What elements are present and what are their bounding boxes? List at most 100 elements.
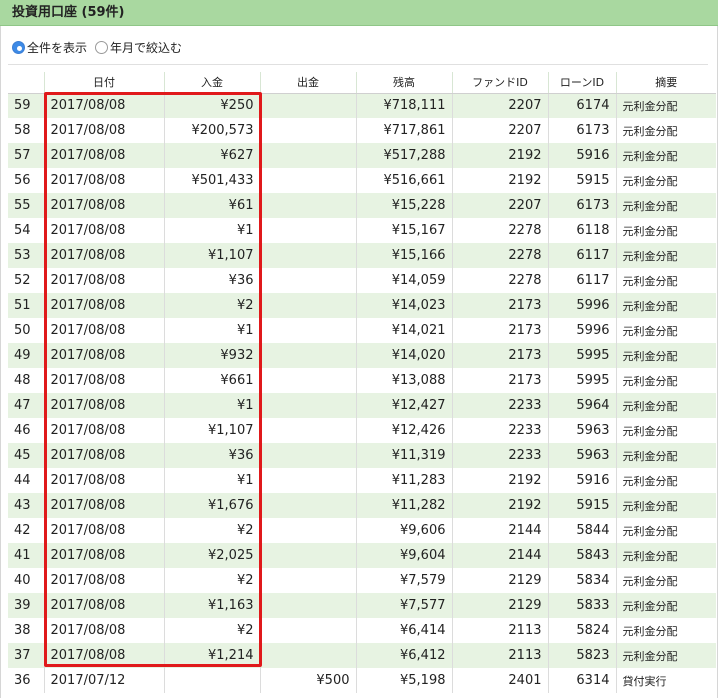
fund-id-cell: 2129 — [451, 568, 548, 593]
memo-cell: 元利金分配 — [615, 418, 716, 443]
balance-cell: ¥7,579 — [355, 568, 452, 593]
loan-id-cell: 5963 — [547, 443, 616, 468]
fund-id-cell: 2173 — [451, 368, 548, 393]
deposit-cell: ¥2 — [163, 618, 260, 643]
balance-cell: ¥9,604 — [355, 543, 452, 568]
row-number: 37 — [8, 643, 44, 668]
memo-cell: 元利金分配 — [615, 143, 716, 168]
withdrawal-cell — [259, 443, 356, 468]
memo-cell: 元利金分配 — [615, 318, 716, 343]
deposit-cell: ¥2,025 — [163, 543, 260, 568]
loan-id-cell: 6173 — [547, 118, 616, 143]
balance-cell: ¥14,059 — [355, 268, 452, 293]
withdrawal-cell — [259, 393, 356, 418]
memo-cell: 貸付実行 — [615, 668, 716, 693]
memo-cell: 元利金分配 — [615, 493, 716, 518]
deposit-cell: ¥932 — [163, 343, 260, 368]
balance-cell: ¥6,412 — [355, 643, 452, 668]
withdrawal-cell — [259, 368, 356, 393]
row-number: 51 — [8, 293, 44, 318]
loan-id-cell: 6117 — [547, 268, 616, 293]
row-number: 43 — [8, 493, 44, 518]
account-section-title: 投資用口座 (59件) — [0, 0, 718, 26]
loan-id-cell: 5915 — [547, 493, 616, 518]
fund-id-cell: 2113 — [451, 643, 548, 668]
loan-id-cell: 6117 — [547, 243, 616, 268]
balance-cell: ¥12,426 — [355, 418, 452, 443]
withdrawal-cell: ¥500 — [259, 668, 356, 693]
deposit-cell: ¥1,107 — [163, 418, 260, 443]
transactions-table: 日付 入金 出金 残高 ファンドID ローンID 摘要 59 2017/08/08… — [8, 72, 716, 693]
deposit-cell: ¥250 — [163, 93, 260, 118]
row-number: 45 — [8, 443, 44, 468]
deposit-cell: ¥2 — [163, 293, 260, 318]
fund-id-cell: 2233 — [451, 418, 548, 443]
table-row: 36 2017/07/12 ¥500 ¥5,198 2401 6314 貸付実行 — [8, 668, 716, 693]
fund-id-cell: 2401 — [451, 668, 548, 693]
balance-cell: ¥15,228 — [355, 193, 452, 218]
filter-show-all-radio[interactable]: 全件を表示 — [12, 39, 87, 56]
row-number: 38 — [14, 623, 31, 638]
radio-unselected-icon[interactable] — [95, 40, 109, 54]
column-header-no — [8, 72, 44, 94]
memo-cell: 元利金分配 — [615, 368, 716, 393]
filter-by-month-radio[interactable]: 年月で絞込む — [95, 39, 182, 56]
balance-cell: ¥11,319 — [355, 443, 452, 468]
date-cell: 2017/08/08 — [43, 568, 164, 593]
table-row: 42 2017/08/08 ¥2 ¥9,606 2144 5844 元利金分配 — [8, 518, 716, 543]
memo-cell: 元利金分配 — [615, 593, 716, 618]
withdrawal-cell — [259, 343, 356, 368]
table-header-row: 日付 入金 出金 残高 ファンドID ローンID 摘要 — [8, 72, 716, 94]
table-row: 47 2017/08/08 ¥1 ¥12,427 2233 5964 元利金分配 — [8, 393, 716, 418]
loan-id-cell: 5996 — [547, 318, 616, 343]
row-number: 44 — [14, 473, 31, 488]
withdrawal-cell — [259, 268, 356, 293]
loan-id-cell: 6118 — [547, 218, 616, 243]
memo-cell: 元利金分配 — [615, 168, 716, 193]
table-row: 45 2017/08/08 ¥36 ¥11,319 2233 5963 元利金分配 — [8, 443, 716, 468]
loan-id-cell: 6174 — [547, 93, 616, 118]
row-number: 36 — [14, 673, 31, 688]
row-number: 49 — [8, 343, 44, 368]
date-cell: 2017/08/08 — [43, 293, 164, 318]
withdrawal-cell — [259, 143, 356, 168]
deposit-cell: ¥501,433 — [163, 168, 260, 193]
balance-cell: ¥15,166 — [355, 243, 452, 268]
loan-id-cell: 5915 — [547, 168, 616, 193]
date-cell: 2017/08/08 — [43, 118, 164, 143]
withdrawal-cell — [259, 493, 356, 518]
date-cell: 2017/08/08 — [43, 193, 164, 218]
table-row: 39 2017/08/08 ¥1,163 ¥7,577 2129 5833 元利金分配 — [8, 593, 716, 618]
memo-cell: 元利金分配 — [615, 268, 716, 293]
withdrawal-cell — [259, 568, 356, 593]
fund-id-cell: 2192 — [451, 493, 548, 518]
row-number: 40 — [14, 573, 31, 588]
radio-selected-icon[interactable] — [12, 40, 25, 54]
withdrawal-cell — [259, 243, 356, 268]
table-row: 56 2017/08/08 ¥501,433 ¥516,661 2192 5915 元利金分… — [8, 168, 716, 193]
date-cell: 2017/08/08 — [43, 268, 164, 293]
deposit-cell: ¥1,676 — [163, 493, 260, 518]
loan-id-cell: 5996 — [547, 293, 616, 318]
date-cell: 2017/08/08 — [43, 443, 164, 468]
fund-id-cell: 2278 — [451, 243, 548, 268]
deposit-cell: ¥1,107 — [163, 243, 260, 268]
table-row: 52 2017/08/08 ¥36 ¥14,059 2278 6117 元利金分配 — [8, 268, 716, 293]
date-cell: 2017/08/08 — [43, 318, 164, 343]
row-number: 53 — [8, 243, 44, 268]
balance-cell: ¥14,021 — [355, 318, 452, 343]
deposit-cell: ¥2 — [163, 518, 260, 543]
withdrawal-cell — [259, 643, 356, 668]
table-row: 40 2017/08/08 ¥2 ¥7,579 2129 5834 元利金分配 — [8, 568, 716, 593]
fund-id-cell: 2113 — [451, 618, 548, 643]
memo-cell: 元利金分配 — [615, 568, 716, 593]
row-number: 47 — [8, 393, 44, 418]
date-cell: 2017/08/08 — [43, 93, 164, 118]
column-header-withdrawal: 出金 — [259, 72, 356, 94]
balance-cell: ¥5,198 — [355, 668, 452, 693]
deposit-cell — [163, 668, 260, 693]
deposit-cell: ¥1,163 — [163, 593, 260, 618]
deposit-cell: ¥1 — [163, 218, 260, 243]
withdrawal-cell — [259, 468, 356, 493]
table-row: 43 2017/08/08 ¥1,676 ¥11,282 2192 5915 元利金分配 — [8, 493, 716, 518]
